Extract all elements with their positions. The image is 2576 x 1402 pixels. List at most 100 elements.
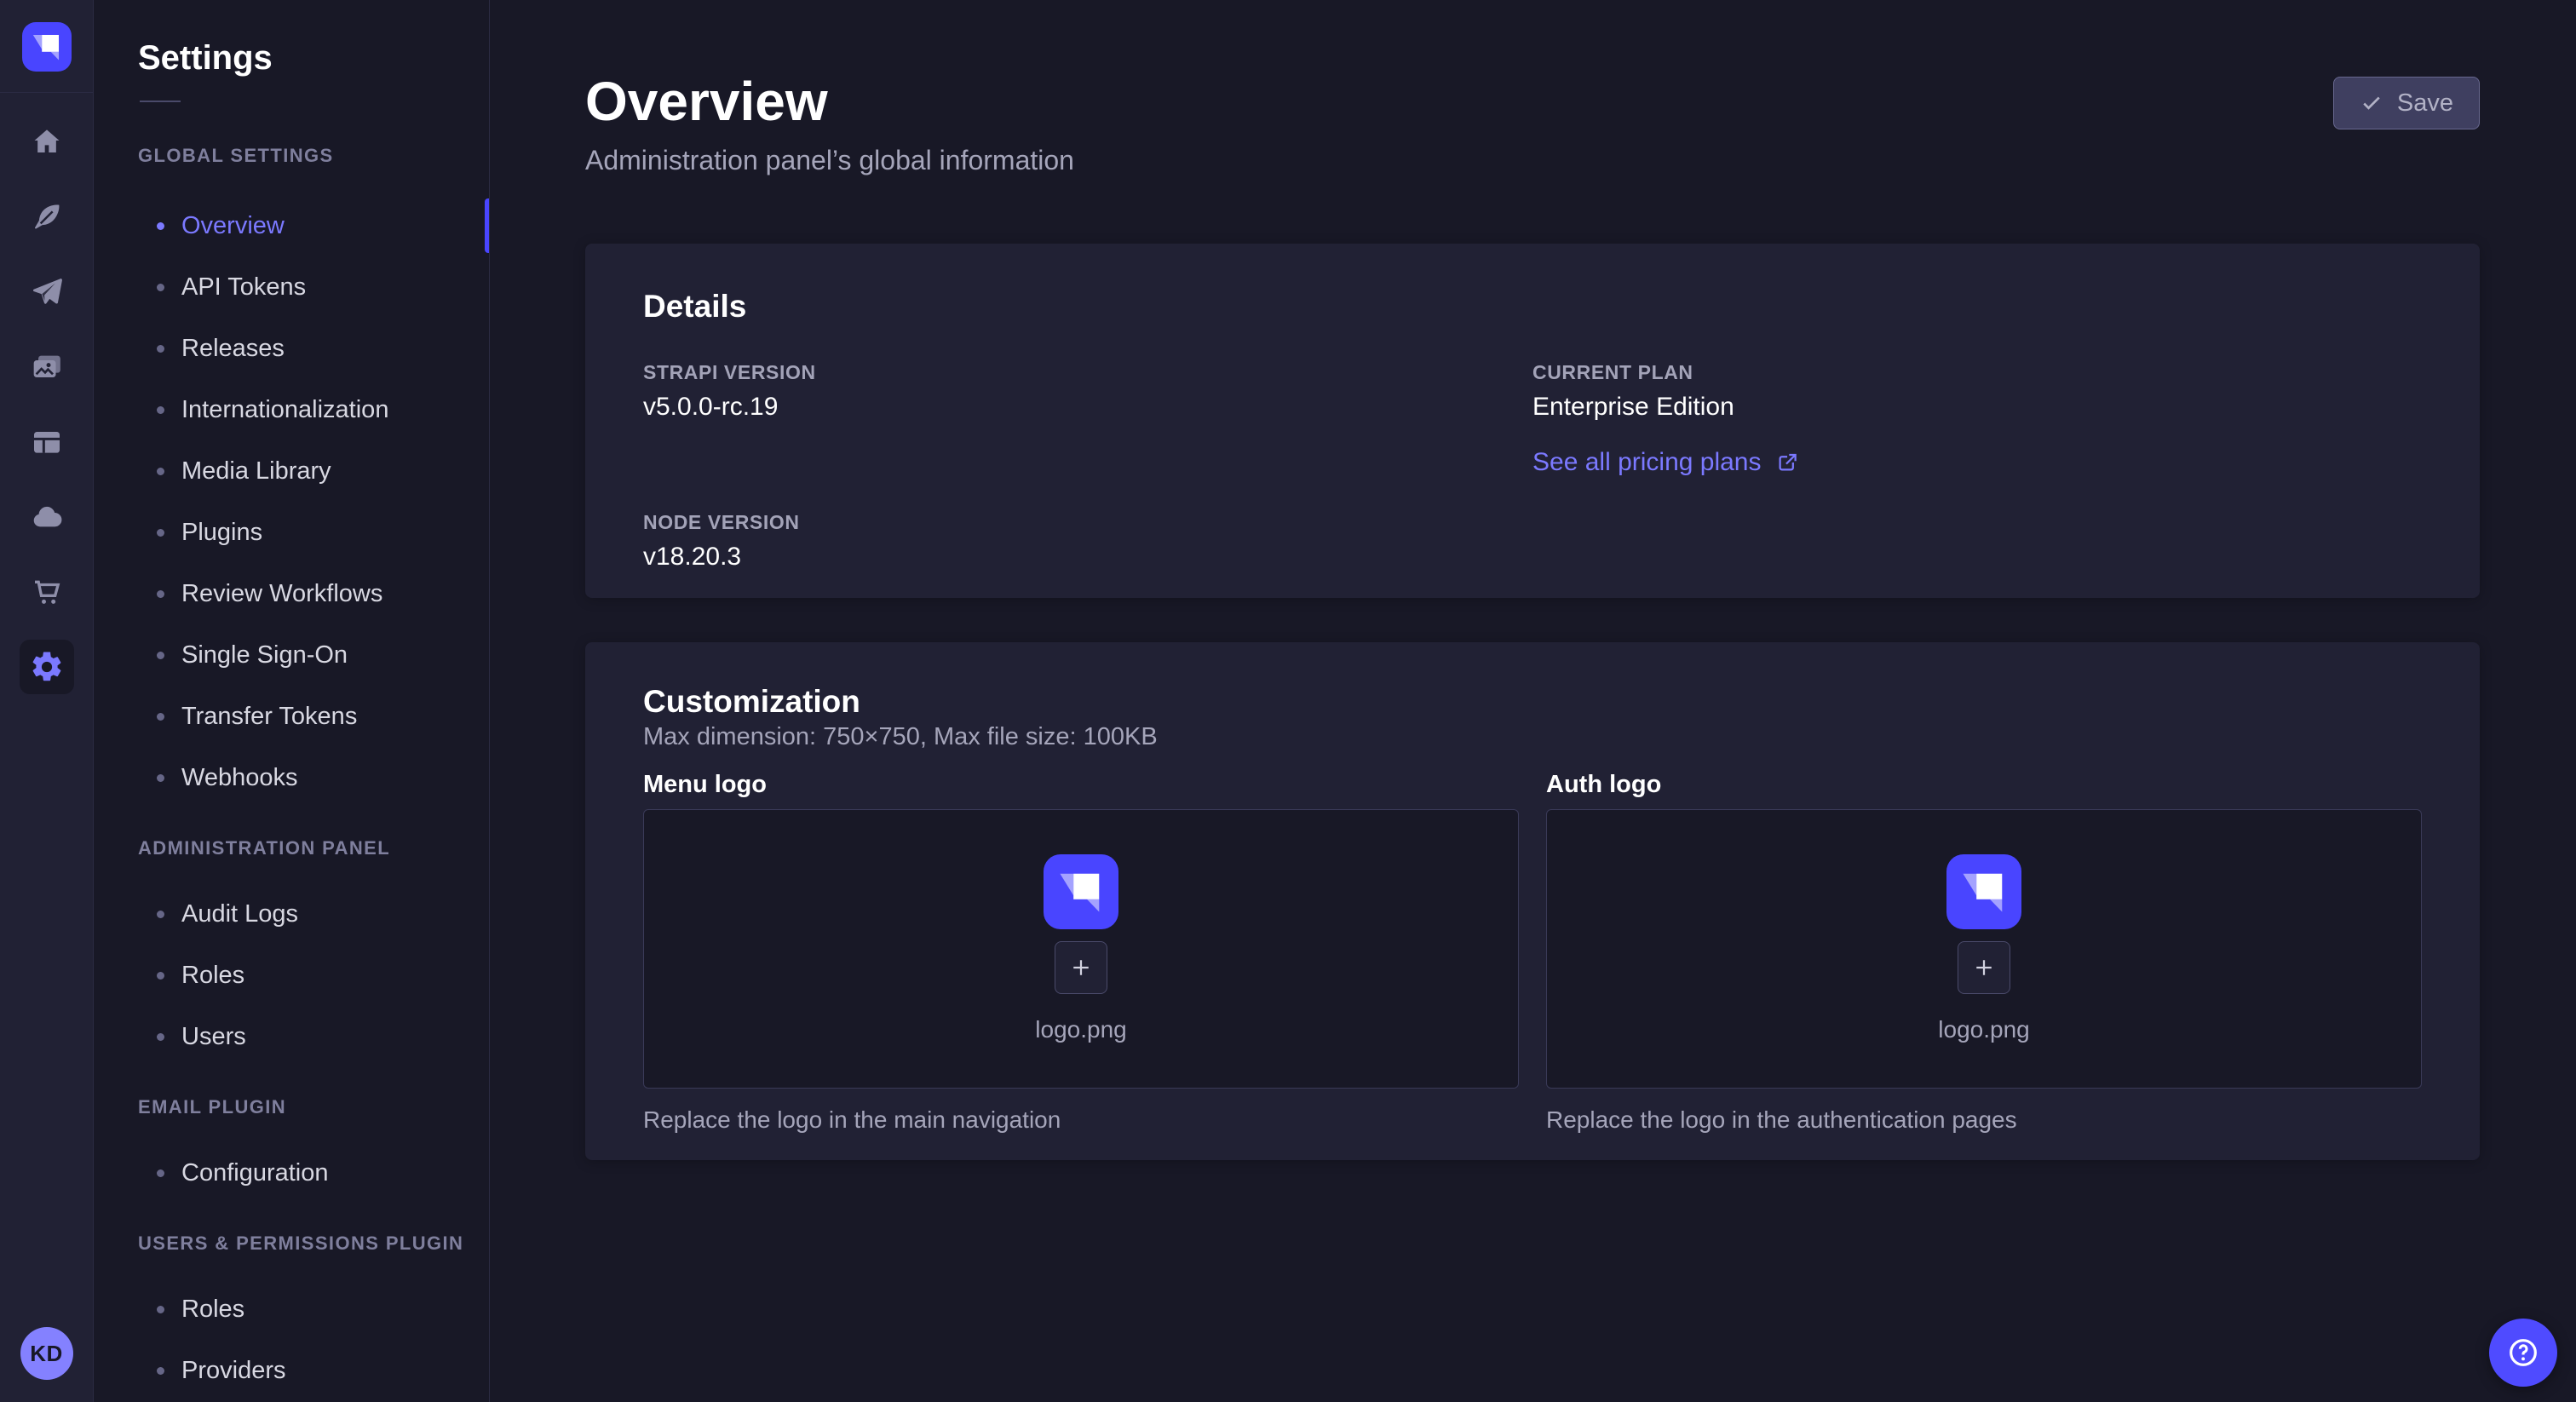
section-label-email-plugin: EMAIL PLUGIN bbox=[138, 1096, 489, 1118]
strapi-logo-preview bbox=[1044, 854, 1118, 929]
global-settings-list: Overview API Tokens Releases Internation… bbox=[94, 195, 489, 808]
plus-icon bbox=[1971, 955, 1997, 980]
subnav-item-label: Releases bbox=[181, 335, 285, 363]
cloud-icon[interactable] bbox=[20, 490, 74, 544]
subnav-item-transfer-tokens[interactable]: Transfer Tokens bbox=[94, 686, 489, 747]
auth-logo-hint: Replace the logo in the authentication p… bbox=[1546, 1106, 2422, 1135]
subnav-item-plugins[interactable]: Plugins bbox=[94, 502, 489, 563]
details-card-title: Details bbox=[643, 288, 2422, 325]
layout-icon[interactable] bbox=[20, 415, 74, 469]
pricing-plans-link[interactable]: See all pricing plans bbox=[1532, 448, 1798, 477]
subnav-item-label: API Tokens bbox=[181, 273, 306, 302]
details-column-left: STRAPI VERSION v5.0.0-rc.19 NODE VERSION… bbox=[643, 361, 1532, 572]
page-title: Overview bbox=[585, 72, 1074, 131]
rail-nav-items bbox=[20, 115, 74, 694]
customization-card-subtitle: Max dimension: 750×750, Max file size: 1… bbox=[643, 722, 2422, 751]
paper-plane-icon[interactable] bbox=[20, 265, 74, 319]
bullet-icon bbox=[157, 468, 164, 475]
subnav-item-webhooks[interactable]: Webhooks bbox=[94, 747, 489, 808]
subnav-item-media-library[interactable]: Media Library bbox=[94, 440, 489, 502]
main-content: Overview Administration panel’s global i… bbox=[490, 0, 2576, 1402]
section-label-global-settings: GLOBAL SETTINGS bbox=[138, 145, 489, 167]
main-nav-rail: KD bbox=[0, 0, 94, 1402]
user-avatar[interactable]: KD bbox=[20, 1327, 73, 1380]
current-plan-field: CURRENT PLAN Enterprise Edition bbox=[1532, 361, 2422, 422]
customization-card-title: Customization bbox=[643, 683, 2422, 721]
menu-logo-filename: logo.png bbox=[1035, 1016, 1126, 1043]
subnav-item-audit-logs[interactable]: Audit Logs bbox=[94, 883, 489, 945]
subnav-item-internationalization[interactable]: Internationalization bbox=[94, 379, 489, 440]
cart-icon[interactable] bbox=[20, 565, 74, 619]
strapi-logo[interactable] bbox=[22, 22, 72, 72]
subnav-item-label: Webhooks bbox=[181, 764, 298, 792]
bullet-icon bbox=[157, 284, 164, 291]
subnav-item-label: Configuration bbox=[181, 1159, 329, 1187]
subnav-title-divider bbox=[140, 101, 181, 102]
email-plugin-list: Configuration bbox=[94, 1142, 489, 1204]
subnav-item-up-roles[interactable]: Roles bbox=[94, 1278, 489, 1340]
help-button[interactable] bbox=[2489, 1319, 2557, 1387]
check-icon bbox=[2360, 91, 2383, 115]
subnav-item-releases[interactable]: Releases bbox=[94, 318, 489, 379]
save-button[interactable]: Save bbox=[2333, 77, 2480, 129]
section-label-administration-panel: ADMINISTRATION PANEL bbox=[138, 837, 489, 859]
active-indicator bbox=[485, 198, 489, 253]
auth-logo-group: Auth logo logo.png bbox=[1546, 770, 2422, 1135]
pricing-plans-link-label: See all pricing plans bbox=[1532, 448, 1762, 477]
subnav-item-label: Overview bbox=[181, 212, 285, 240]
bullet-icon bbox=[157, 1169, 164, 1177]
bullet-icon bbox=[157, 222, 164, 230]
subnav-item-up-providers[interactable]: Providers bbox=[94, 1340, 489, 1401]
details-column-right: CURRENT PLAN Enterprise Edition See all … bbox=[1532, 361, 2422, 572]
subnav-item-label: Roles bbox=[181, 962, 244, 990]
subnav-title: Settings bbox=[138, 37, 489, 78]
strapi-logo-glyph bbox=[1044, 854, 1118, 929]
add-auth-logo-button[interactable] bbox=[1958, 941, 2010, 994]
home-icon[interactable] bbox=[20, 115, 74, 170]
subnav-item-admin-roles[interactable]: Roles bbox=[94, 945, 489, 1006]
subnav-item-label: Roles bbox=[181, 1296, 244, 1324]
details-card: Details STRAPI VERSION v5.0.0-rc.19 NODE… bbox=[585, 244, 2480, 598]
auth-logo-dropzone[interactable]: logo.png bbox=[1546, 809, 2422, 1089]
customization-card: Customization Max dimension: 750×750, Ma… bbox=[585, 642, 2480, 1160]
gear-icon[interactable] bbox=[20, 640, 74, 694]
bullet-icon bbox=[157, 1306, 164, 1313]
page-header-text: Overview Administration panel’s global i… bbox=[585, 72, 1074, 177]
menu-logo-group: Menu logo logo.png bbox=[643, 770, 1519, 1135]
save-button-label: Save bbox=[2397, 89, 2453, 118]
bullet-icon bbox=[157, 1033, 164, 1041]
field-value: Enterprise Edition bbox=[1532, 392, 2422, 422]
subnav-item-label: Transfer Tokens bbox=[181, 703, 357, 731]
subnav-item-label: Plugins bbox=[181, 519, 262, 547]
bullet-icon bbox=[157, 406, 164, 414]
subnav-item-admin-users[interactable]: Users bbox=[94, 1006, 489, 1067]
external-link-icon bbox=[1775, 451, 1798, 474]
pictures-icon[interactable] bbox=[20, 340, 74, 394]
field-label: NODE VERSION bbox=[643, 511, 1532, 533]
menu-logo-label: Menu logo bbox=[643, 770, 1519, 799]
subnav-item-email-configuration[interactable]: Configuration bbox=[94, 1142, 489, 1204]
subnav-item-overview[interactable]: Overview bbox=[94, 195, 489, 256]
node-version-field: NODE VERSION v18.20.3 bbox=[643, 511, 1532, 572]
subnav-item-label: Single Sign-On bbox=[181, 641, 348, 669]
subnav-item-label: Providers bbox=[181, 1357, 286, 1385]
subnav-item-api-tokens[interactable]: API Tokens bbox=[94, 256, 489, 318]
subnav-item-label: Internationalization bbox=[181, 396, 388, 424]
page-subtitle: Administration panel’s global informatio… bbox=[585, 143, 1074, 177]
subnav-item-review-workflows[interactable]: Review Workflows bbox=[94, 563, 489, 624]
logo-upload-grid: Menu logo logo.png bbox=[643, 770, 2422, 1135]
auth-logo-filename: logo.png bbox=[1938, 1016, 2029, 1043]
menu-logo-hint: Replace the logo in the main navigation bbox=[643, 1106, 1519, 1135]
feather-icon[interactable] bbox=[20, 190, 74, 244]
subnav-item-single-sign-on[interactable]: Single Sign-On bbox=[94, 624, 489, 686]
auth-logo-label: Auth logo bbox=[1546, 770, 2422, 799]
field-value: v5.0.0-rc.19 bbox=[643, 392, 1532, 422]
strapi-version-field: STRAPI VERSION v5.0.0-rc.19 bbox=[643, 361, 1532, 422]
page-header: Overview Administration panel’s global i… bbox=[585, 72, 2480, 177]
add-menu-logo-button[interactable] bbox=[1055, 941, 1107, 994]
strapi-logo-glyph bbox=[1946, 854, 2021, 929]
subnav-item-label: Review Workflows bbox=[181, 580, 382, 608]
bullet-icon bbox=[157, 529, 164, 537]
menu-logo-dropzone[interactable]: logo.png bbox=[643, 809, 1519, 1089]
bullet-icon bbox=[157, 345, 164, 353]
